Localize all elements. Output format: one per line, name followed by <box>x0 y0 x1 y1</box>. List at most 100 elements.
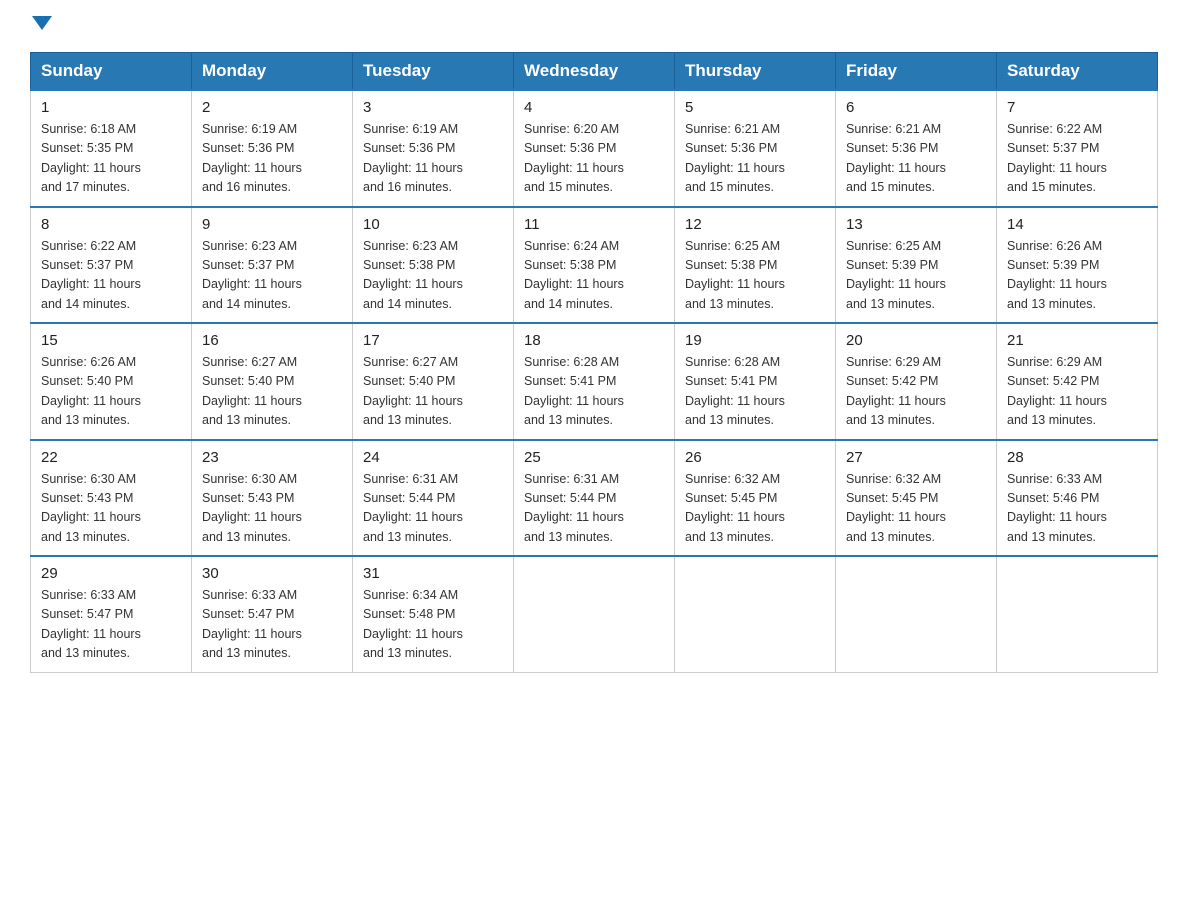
day-number: 24 <box>363 449 503 466</box>
day-info: Sunrise: 6:23 AMSunset: 5:37 PMDaylight:… <box>202 239 302 311</box>
day-info: Sunrise: 6:19 AMSunset: 5:36 PMDaylight:… <box>363 122 463 194</box>
day-info: Sunrise: 6:30 AMSunset: 5:43 PMDaylight:… <box>202 472 302 544</box>
day-info: Sunrise: 6:25 AMSunset: 5:39 PMDaylight:… <box>846 239 946 311</box>
day-info: Sunrise: 6:33 AMSunset: 5:46 PMDaylight:… <box>1007 472 1107 544</box>
day-number: 21 <box>1007 332 1147 349</box>
day-number: 18 <box>524 332 664 349</box>
calendar-cell: 1 Sunrise: 6:18 AMSunset: 5:35 PMDaylight… <box>31 90 192 207</box>
calendar-cell: 10 Sunrise: 6:23 AMSunset: 5:38 PMDayligh… <box>353 207 514 324</box>
day-info: Sunrise: 6:22 AMSunset: 5:37 PMDaylight:… <box>1007 122 1107 194</box>
day-number: 11 <box>524 216 664 233</box>
day-number: 17 <box>363 332 503 349</box>
calendar-cell: 8 Sunrise: 6:22 AMSunset: 5:37 PMDaylight… <box>31 207 192 324</box>
calendar-cell: 20 Sunrise: 6:29 AMSunset: 5:42 PMDayligh… <box>836 323 997 440</box>
calendar-cell: 16 Sunrise: 6:27 AMSunset: 5:40 PMDayligh… <box>192 323 353 440</box>
day-info: Sunrise: 6:31 AMSunset: 5:44 PMDaylight:… <box>363 472 463 544</box>
day-info: Sunrise: 6:22 AMSunset: 5:37 PMDaylight:… <box>41 239 141 311</box>
day-info: Sunrise: 6:28 AMSunset: 5:41 PMDaylight:… <box>524 355 624 427</box>
day-info: Sunrise: 6:24 AMSunset: 5:38 PMDaylight:… <box>524 239 624 311</box>
day-info: Sunrise: 6:26 AMSunset: 5:39 PMDaylight:… <box>1007 239 1107 311</box>
calendar-cell: 7Sunrise: 6:22 AMSunset: 5:37 PMDaylight… <box>997 90 1158 207</box>
day-info: Sunrise: 6:27 AMSunset: 5:40 PMDaylight:… <box>202 355 302 427</box>
calendar-cell <box>514 556 675 672</box>
header-sunday: Sunday <box>31 53 192 91</box>
calendar-cell: 22 Sunrise: 6:30 AMSunset: 5:43 PMDayligh… <box>31 440 192 557</box>
calendar-cell: 28Sunrise: 6:33 AMSunset: 5:46 PMDayligh… <box>997 440 1158 557</box>
logo-triangle-icon <box>32 16 52 30</box>
calendar-cell: 27Sunrise: 6:32 AMSunset: 5:45 PMDayligh… <box>836 440 997 557</box>
day-info: Sunrise: 6:33 AMSunset: 5:47 PMDaylight:… <box>41 588 141 660</box>
calendar-cell: 15 Sunrise: 6:26 AMSunset: 5:40 PMDayligh… <box>31 323 192 440</box>
day-info: Sunrise: 6:19 AMSunset: 5:36 PMDaylight:… <box>202 122 302 194</box>
day-info: Sunrise: 6:23 AMSunset: 5:38 PMDaylight:… <box>363 239 463 311</box>
day-number: 22 <box>41 449 181 466</box>
day-number: 30 <box>202 565 342 582</box>
calendar-cell: 2 Sunrise: 6:19 AMSunset: 5:36 PMDaylight… <box>192 90 353 207</box>
calendar-cell: 9 Sunrise: 6:23 AMSunset: 5:37 PMDaylight… <box>192 207 353 324</box>
day-number: 15 <box>41 332 181 349</box>
day-number: 20 <box>846 332 986 349</box>
day-number: 5 <box>685 99 825 116</box>
day-info: Sunrise: 6:21 AMSunset: 5:36 PMDaylight:… <box>846 122 946 194</box>
day-number: 25 <box>524 449 664 466</box>
calendar-cell: 4 Sunrise: 6:20 AMSunset: 5:36 PMDaylight… <box>514 90 675 207</box>
calendar-cell: 23 Sunrise: 6:30 AMSunset: 5:43 PMDayligh… <box>192 440 353 557</box>
calendar-cell: 17 Sunrise: 6:27 AMSunset: 5:40 PMDayligh… <box>353 323 514 440</box>
header-monday: Monday <box>192 53 353 91</box>
day-number: 16 <box>202 332 342 349</box>
day-number: 3 <box>363 99 503 116</box>
calendar-cell: 6 Sunrise: 6:21 AMSunset: 5:36 PMDaylight… <box>836 90 997 207</box>
calendar-cell: 13 Sunrise: 6:25 AMSunset: 5:39 PMDayligh… <box>836 207 997 324</box>
day-info: Sunrise: 6:26 AMSunset: 5:40 PMDaylight:… <box>41 355 141 427</box>
day-info: Sunrise: 6:30 AMSunset: 5:43 PMDaylight:… <box>41 472 141 544</box>
calendar-cell: 19 Sunrise: 6:28 AMSunset: 5:41 PMDayligh… <box>675 323 836 440</box>
day-info: Sunrise: 6:28 AMSunset: 5:41 PMDaylight:… <box>685 355 785 427</box>
day-number: 13 <box>846 216 986 233</box>
calendar-cell: 31Sunrise: 6:34 AMSunset: 5:48 PMDayligh… <box>353 556 514 672</box>
day-number: 10 <box>363 216 503 233</box>
day-number: 31 <box>363 565 503 582</box>
day-number: 9 <box>202 216 342 233</box>
day-number: 19 <box>685 332 825 349</box>
day-number: 26 <box>685 449 825 466</box>
calendar-header-row: SundayMondayTuesdayWednesdayThursdayFrid… <box>31 53 1158 91</box>
day-number: 29 <box>41 565 181 582</box>
header-thursday: Thursday <box>675 53 836 91</box>
week-row-1: 1 Sunrise: 6:18 AMSunset: 5:35 PMDaylight… <box>31 90 1158 207</box>
calendar-cell: 12 Sunrise: 6:25 AMSunset: 5:38 PMDayligh… <box>675 207 836 324</box>
day-number: 1 <box>41 99 181 116</box>
day-info: Sunrise: 6:27 AMSunset: 5:40 PMDaylight:… <box>363 355 463 427</box>
day-info: Sunrise: 6:29 AMSunset: 5:42 PMDaylight:… <box>1007 355 1107 427</box>
calendar-cell: 25 Sunrise: 6:31 AMSunset: 5:44 PMDayligh… <box>514 440 675 557</box>
day-number: 2 <box>202 99 342 116</box>
calendar-cell: 11 Sunrise: 6:24 AMSunset: 5:38 PMDayligh… <box>514 207 675 324</box>
day-info: Sunrise: 6:29 AMSunset: 5:42 PMDaylight:… <box>846 355 946 427</box>
calendar-cell <box>997 556 1158 672</box>
day-info: Sunrise: 6:31 AMSunset: 5:44 PMDaylight:… <box>524 472 624 544</box>
day-number: 8 <box>41 216 181 233</box>
header-friday: Friday <box>836 53 997 91</box>
logo <box>30 20 52 34</box>
calendar-cell: 14 Sunrise: 6:26 AMSunset: 5:39 PMDayligh… <box>997 207 1158 324</box>
page-header <box>30 20 1158 34</box>
calendar-cell <box>836 556 997 672</box>
calendar-cell: 26 Sunrise: 6:32 AMSunset: 5:45 PMDayligh… <box>675 440 836 557</box>
day-info: Sunrise: 6:21 AMSunset: 5:36 PMDaylight:… <box>685 122 785 194</box>
day-number: 23 <box>202 449 342 466</box>
calendar-cell: 30 Sunrise: 6:33 AMSunset: 5:47 PMDayligh… <box>192 556 353 672</box>
calendar-cell: 24 Sunrise: 6:31 AMSunset: 5:44 PMDayligh… <box>353 440 514 557</box>
day-info: Sunrise: 6:33 AMSunset: 5:47 PMDaylight:… <box>202 588 302 660</box>
day-info: Sunrise: 6:32 AMSunset: 5:45 PMDaylight:… <box>685 472 785 544</box>
calendar-cell: 5 Sunrise: 6:21 AMSunset: 5:36 PMDaylight… <box>675 90 836 207</box>
day-number: 4 <box>524 99 664 116</box>
day-info: Sunrise: 6:18 AMSunset: 5:35 PMDaylight:… <box>41 122 141 194</box>
header-saturday: Saturday <box>997 53 1158 91</box>
header-tuesday: Tuesday <box>353 53 514 91</box>
day-number: 14 <box>1007 216 1147 233</box>
day-info: Sunrise: 6:20 AMSunset: 5:36 PMDaylight:… <box>524 122 624 194</box>
day-info: Sunrise: 6:25 AMSunset: 5:38 PMDaylight:… <box>685 239 785 311</box>
week-row-5: 29 Sunrise: 6:33 AMSunset: 5:47 PMDayligh… <box>31 556 1158 672</box>
day-number: 6 <box>846 99 986 116</box>
calendar-cell: 18 Sunrise: 6:28 AMSunset: 5:41 PMDayligh… <box>514 323 675 440</box>
day-number: 12 <box>685 216 825 233</box>
